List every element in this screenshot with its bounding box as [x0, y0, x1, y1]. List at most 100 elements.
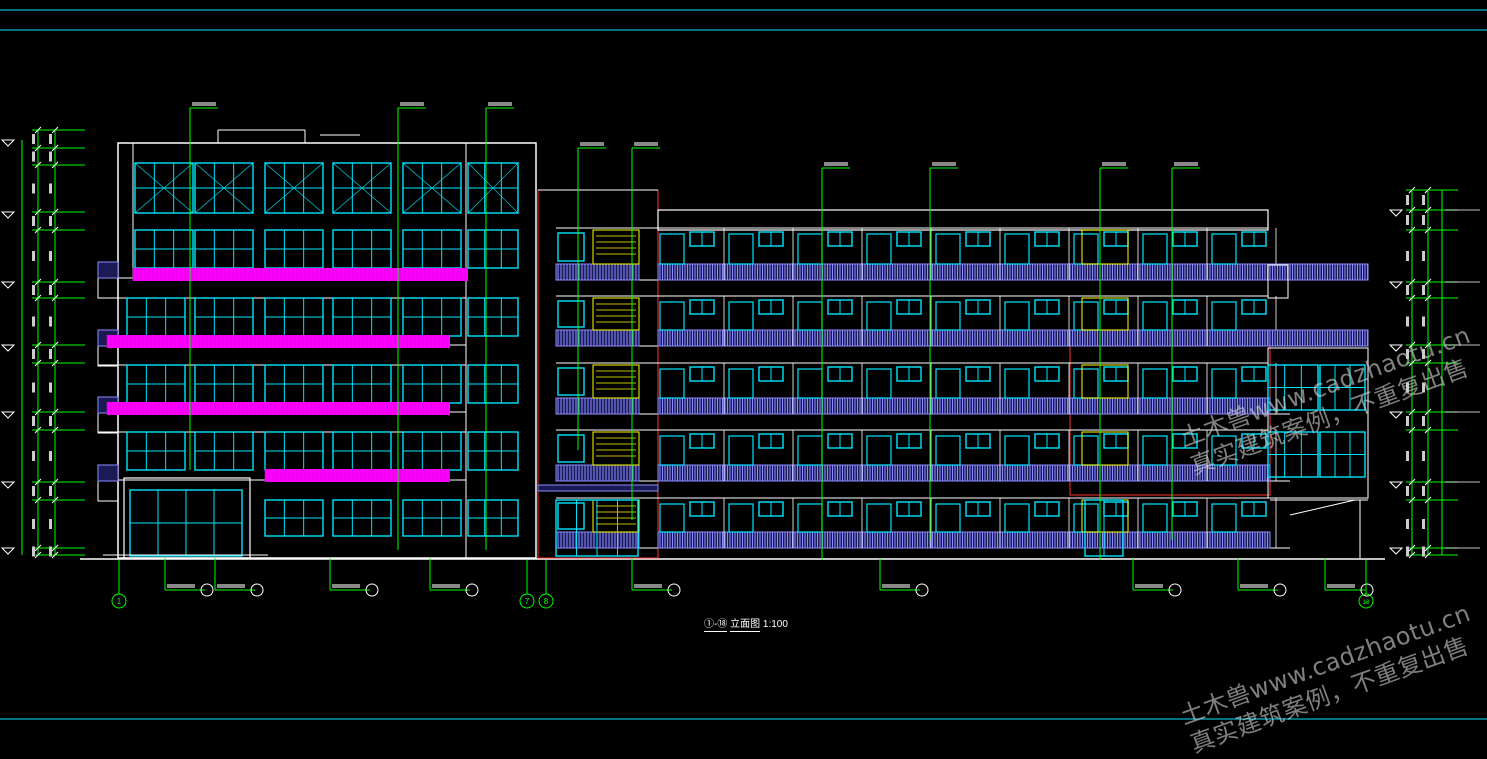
dimension-text — [49, 486, 52, 496]
balcony-door — [1142, 368, 1168, 399]
balcony-door — [659, 368, 685, 399]
dimension-text — [1406, 546, 1409, 557]
balcony-door — [659, 301, 685, 331]
leader-text — [1240, 584, 1268, 588]
leader-text — [882, 584, 910, 588]
ramp-line — [1289, 499, 1356, 516]
balcony-door — [659, 233, 685, 265]
leader-text — [432, 584, 460, 588]
dimension-text — [49, 285, 52, 295]
leader-text — [1135, 584, 1163, 588]
leader-text — [932, 162, 956, 166]
railing-balusters — [557, 398, 637, 414]
level-marker — [0, 411, 16, 419]
level-marker — [0, 139, 16, 147]
dimension-text — [49, 216, 52, 226]
leader-text — [217, 584, 245, 588]
dimension-text — [1422, 285, 1425, 295]
roof-parapet — [657, 209, 1269, 231]
dimension-text — [49, 134, 52, 144]
balcony-door — [866, 233, 892, 265]
balcony-door — [1004, 368, 1030, 399]
balcony-door — [935, 435, 961, 466]
balcony-door — [1211, 233, 1237, 265]
dimension-text — [49, 519, 52, 529]
dimension-text — [1422, 451, 1425, 461]
level-marker — [1388, 281, 1404, 289]
balcony-door — [728, 301, 754, 331]
window — [557, 300, 585, 328]
axis-label: 7 — [525, 597, 530, 606]
dimension-text — [1422, 486, 1425, 496]
axis-label: 8 — [544, 597, 549, 606]
dimension-text — [49, 382, 52, 393]
dimension-text — [32, 349, 35, 359]
railing-balusters — [557, 465, 637, 481]
balcony-door — [1211, 368, 1237, 399]
railing-balusters — [557, 330, 637, 346]
building-left-block — [97, 129, 537, 559]
dimension-text — [1406, 519, 1409, 529]
dimension-text — [32, 134, 35, 144]
level-marker — [1388, 209, 1404, 217]
dimension-text — [1406, 416, 1409, 426]
leader-text — [400, 102, 424, 106]
balcony-door — [797, 435, 823, 466]
balcony-door — [1004, 233, 1030, 265]
level-marker — [0, 547, 16, 555]
balcony-door — [797, 368, 823, 399]
level-marker — [1388, 481, 1404, 489]
dimension-text — [32, 316, 35, 327]
window — [557, 367, 585, 396]
dimension-text — [32, 546, 35, 557]
dimension-text — [1422, 251, 1425, 261]
leader-text — [634, 584, 662, 588]
balcony-door — [866, 435, 892, 466]
entrance-canopy — [537, 484, 659, 492]
dimension-text — [49, 349, 52, 359]
balcony-door — [797, 503, 823, 533]
dimension-text — [1422, 416, 1425, 426]
dimension-text — [1406, 195, 1409, 205]
balcony-door — [1073, 301, 1099, 331]
dimension-text — [32, 451, 35, 461]
dimension-text — [1406, 251, 1409, 261]
dimension-text — [32, 486, 35, 496]
leader-text — [1102, 162, 1126, 166]
balcony-door — [728, 233, 754, 265]
decor-band — [133, 268, 468, 281]
title-scale: 1:100 — [762, 619, 788, 630]
balcony-door — [1142, 233, 1168, 265]
dimension-text — [1406, 451, 1409, 461]
leader-text — [192, 102, 216, 106]
balcony-door — [659, 503, 685, 533]
balcony-door — [1142, 301, 1168, 331]
balcony-door — [659, 435, 685, 466]
railing-balusters — [557, 264, 637, 280]
leader-text — [167, 584, 195, 588]
level-marker — [0, 211, 16, 219]
dimension-text — [32, 519, 35, 529]
stair-window — [1081, 229, 1129, 265]
leader-text — [824, 162, 848, 166]
dimension-text — [32, 183, 35, 194]
dimension-text — [1422, 519, 1425, 529]
balcony-door — [1142, 503, 1168, 533]
building-right-block — [537, 189, 1369, 559]
balcony-door — [935, 233, 961, 265]
level-marker — [0, 281, 16, 289]
dimension-text — [1422, 195, 1425, 205]
balcony-door — [1004, 435, 1030, 466]
decor-band — [107, 335, 450, 348]
dimension-text — [32, 285, 35, 295]
decor-band — [107, 402, 450, 415]
side-fin-railing — [97, 464, 119, 482]
dimension-text — [1422, 546, 1425, 557]
dimension-text — [1422, 316, 1425, 327]
cad-drawing-canvas: 1 7 8 18 ①-⑱ 立面图 1:100 土木兽www.cadzhaotu.cn … — [0, 0, 1487, 758]
balcony-door — [1004, 301, 1030, 331]
window — [557, 502, 585, 530]
dimension-text — [1406, 215, 1409, 225]
dimension-text — [1422, 215, 1425, 225]
balcony-door — [1073, 435, 1099, 466]
